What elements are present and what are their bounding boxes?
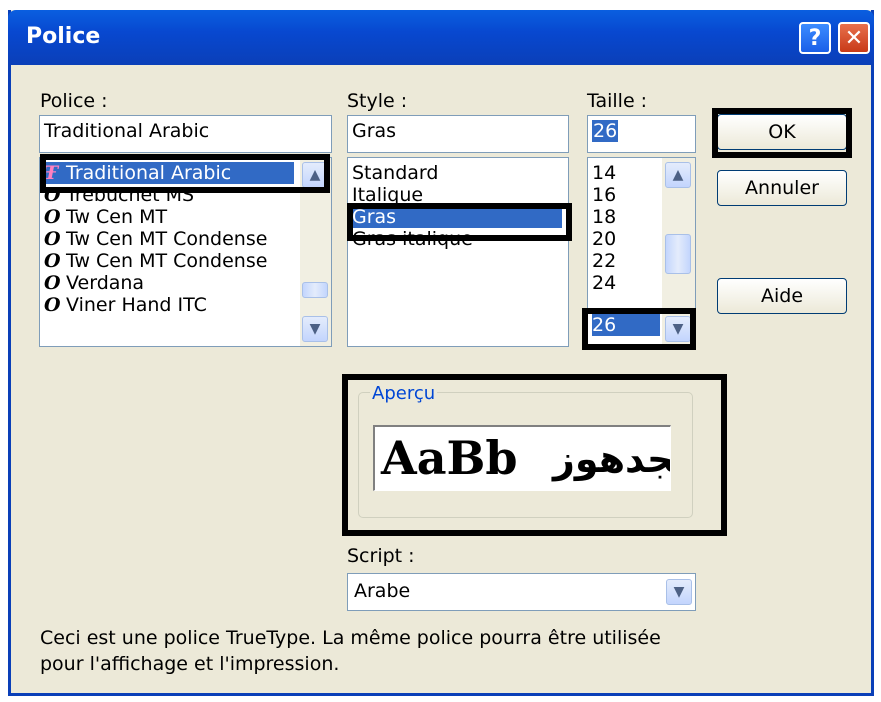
style-label: Style : bbox=[347, 90, 408, 112]
opentype-icon: O bbox=[44, 250, 61, 272]
style-item[interactable]: Standard bbox=[352, 162, 438, 184]
font-item[interactable]: O Verdana bbox=[44, 272, 144, 294]
font-label: Police : bbox=[40, 90, 108, 112]
note-line-2: pour l'affichage et l'impression. bbox=[40, 653, 340, 675]
opentype-icon: O bbox=[44, 294, 61, 316]
help-icon[interactable]: ? bbox=[799, 22, 831, 54]
title-bar[interactable]: Police ? ✕ bbox=[8, 10, 874, 65]
script-label: Script : bbox=[347, 545, 415, 567]
style-list[interactable]: Standard Italique Gras Gras italique bbox=[347, 157, 569, 347]
size-input[interactable]: 26 bbox=[587, 115, 696, 153]
help-button[interactable]: Aide bbox=[717, 278, 847, 314]
size-item[interactable]: 22 bbox=[592, 250, 616, 272]
scroll-thumb[interactable] bbox=[302, 282, 328, 298]
close-icon[interactable]: ✕ bbox=[838, 22, 870, 54]
script-select[interactable]: Arabe ▼ bbox=[347, 573, 696, 611]
font-highlight-box bbox=[40, 154, 330, 193]
size-highlight-box bbox=[582, 308, 696, 350]
style-input[interactable]: Gras bbox=[347, 115, 569, 153]
style-highlight-box bbox=[347, 203, 572, 241]
scroll-up-icon[interactable]: ▲ bbox=[665, 162, 691, 188]
font-input[interactable]: Traditional Arabic bbox=[39, 115, 332, 153]
size-label: Taille : bbox=[587, 90, 648, 112]
font-item[interactable]: O Viner Hand ITC bbox=[44, 294, 207, 316]
size-item[interactable]: 14 bbox=[592, 162, 616, 184]
font-item[interactable]: O Tw Cen MT bbox=[44, 206, 167, 228]
chevron-down-icon[interactable]: ▼ bbox=[666, 579, 692, 605]
size-item[interactable]: 18 bbox=[592, 206, 616, 228]
scroll-thumb[interactable] bbox=[665, 234, 691, 274]
size-item[interactable]: 24 bbox=[592, 272, 616, 294]
cancel-button[interactable]: Annuler bbox=[717, 170, 847, 206]
font-item[interactable]: O Tw Cen MT Condense bbox=[44, 228, 267, 250]
opentype-icon: O bbox=[44, 272, 61, 294]
font-item[interactable]: O Tw Cen MT Condense bbox=[44, 250, 267, 272]
size-item[interactable]: 16 bbox=[592, 184, 616, 206]
opentype-icon: O bbox=[44, 206, 61, 228]
opentype-icon: O bbox=[44, 228, 61, 250]
note-line-1: Ceci est une police TrueType. La même po… bbox=[40, 627, 661, 649]
size-input-text: 26 bbox=[592, 120, 619, 142]
preview-highlight-box bbox=[342, 374, 727, 536]
ok-highlight-box bbox=[712, 108, 852, 158]
dialog-title: Police bbox=[26, 24, 101, 49]
size-item[interactable]: 20 bbox=[592, 228, 616, 250]
script-value: Arabe bbox=[354, 580, 411, 602]
scroll-down-icon[interactable]: ▼ bbox=[302, 316, 328, 342]
